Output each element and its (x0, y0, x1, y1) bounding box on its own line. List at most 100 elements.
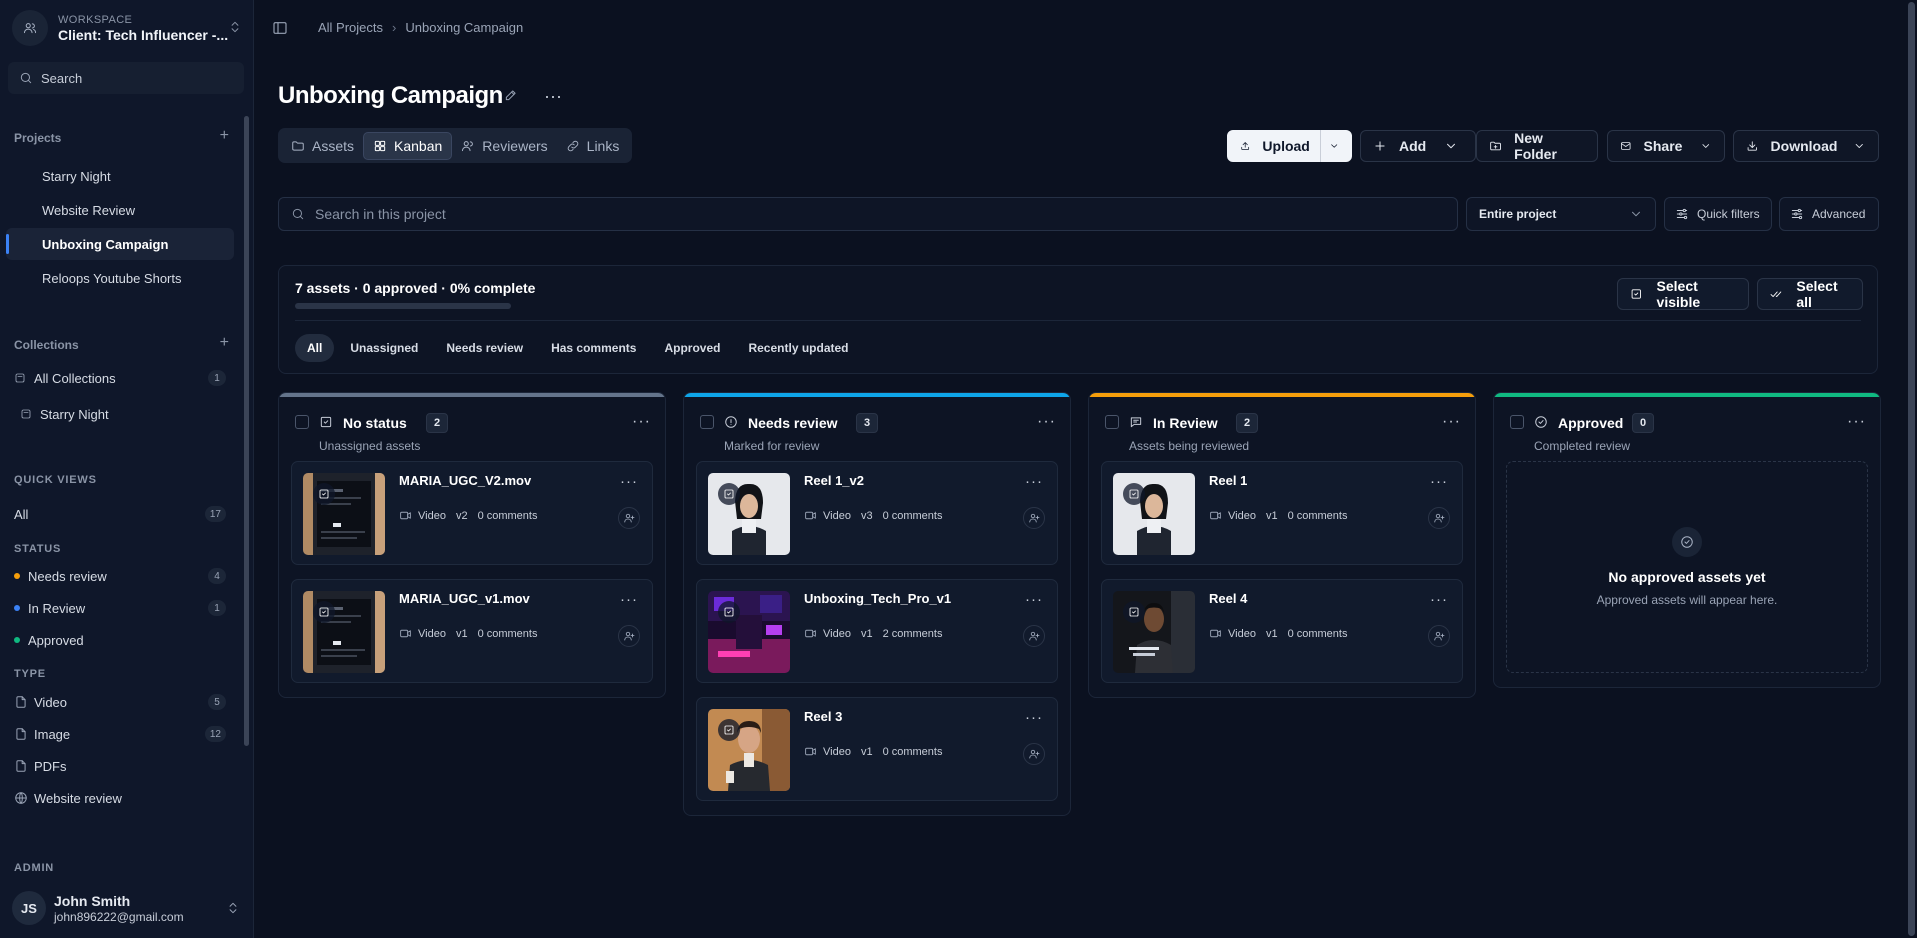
check-square-icon[interactable] (313, 483, 335, 505)
breadcrumb-all-projects[interactable]: All Projects (318, 20, 383, 35)
sidebar-toggle-icon[interactable] (272, 20, 288, 36)
workspace-switcher[interactable]: WORKSPACE Client: Tech Influencer -... (12, 10, 242, 46)
more-horizontal-icon[interactable]: ··· (1025, 709, 1043, 726)
new-folder-button[interactable]: New Folder (1476, 130, 1598, 162)
project-search-input[interactable] (315, 206, 1415, 222)
type-pdfs[interactable]: PDFs (14, 754, 226, 778)
check-square-icon[interactable] (1123, 483, 1145, 505)
select-all-button[interactable]: Select all (1757, 278, 1863, 310)
more-horizontal-icon[interactable]: ··· (1037, 413, 1056, 431)
status-in-review[interactable]: In Review 1 (14, 596, 226, 620)
project-unboxing-campaign[interactable]: Unboxing Campaign (6, 228, 234, 260)
more-horizontal-icon[interactable]: ··· (620, 473, 638, 490)
chevron-down-icon[interactable] (1853, 139, 1866, 153)
user-menu[interactable]: JS John Smith john896222@gmail.com (12, 890, 240, 926)
type-website-review[interactable]: Website review (14, 786, 226, 810)
column-select-checkbox[interactable] (295, 415, 309, 429)
more-horizontal-icon[interactable]: ··· (1025, 473, 1043, 490)
sidebar-search[interactable]: Search (8, 62, 244, 94)
page-scrollbar[interactable] (1906, 0, 1917, 938)
asset-thumbnail[interactable] (708, 473, 790, 555)
asset-card[interactable]: MARIA_UGC_v1.mov Video v1 0 comments ··· (291, 579, 653, 683)
asset-thumbnail[interactable] (1113, 591, 1195, 673)
asset-card[interactable]: Reel 1_v2 Video v3 0 comments ··· (696, 461, 1058, 565)
upload-button[interactable]: Upload (1227, 130, 1352, 162)
check-square-icon[interactable] (718, 601, 740, 623)
asset-card[interactable]: Reel 4 Video v1 0 comments ··· (1101, 579, 1463, 683)
assign-user-icon[interactable] (618, 625, 640, 647)
asset-thumbnail[interactable] (708, 591, 790, 673)
chevron-down-icon[interactable] (1329, 139, 1339, 153)
check-square-icon[interactable] (718, 719, 740, 741)
download-button[interactable]: Download (1733, 130, 1879, 162)
asset-card[interactable]: Reel 1 Video v1 0 comments ··· (1101, 461, 1463, 565)
advanced-filters-button[interactable]: Advanced (1779, 197, 1879, 231)
asset-thumbnail[interactable] (708, 709, 790, 791)
assign-user-icon[interactable] (1428, 507, 1450, 529)
asset-name[interactable]: Reel 1_v2 (804, 473, 864, 488)
filter-chip-needs-review[interactable]: Needs review (434, 334, 535, 362)
assign-user-icon[interactable] (1023, 625, 1045, 647)
tab-kanban[interactable]: Kanban (363, 131, 453, 160)
type-image[interactable]: Image 12 (14, 722, 226, 746)
status-needs-review[interactable]: Needs review 4 (14, 564, 226, 588)
filter-chip-unassigned[interactable]: Unassigned (338, 334, 430, 362)
more-horizontal-icon[interactable]: ··· (632, 413, 651, 431)
column-select-checkbox[interactable] (1510, 415, 1524, 429)
more-horizontal-icon[interactable]: ··· (1430, 591, 1448, 608)
add-project-plus-icon[interactable]: + (220, 127, 229, 145)
more-horizontal-icon[interactable]: ··· (544, 86, 562, 107)
filter-chip-has-comments[interactable]: Has comments (539, 334, 648, 362)
asset-name[interactable]: Reel 1 (1209, 473, 1247, 488)
page-scrollbar-thumb[interactable] (1908, 2, 1915, 936)
assign-user-icon[interactable] (618, 507, 640, 529)
column-select-checkbox[interactable] (700, 415, 714, 429)
column-select-checkbox[interactable] (1105, 415, 1119, 429)
asset-name[interactable]: Reel 3 (804, 709, 842, 724)
asset-thumbnail[interactable] (303, 591, 385, 673)
tab-assets[interactable]: Assets (282, 132, 363, 160)
filter-chip-recently-updated[interactable]: Recently updated (736, 334, 860, 362)
project-reloops-youtube-shorts[interactable]: Reloops Youtube Shorts (6, 262, 234, 294)
quick-filters-button[interactable]: Quick filters (1664, 197, 1772, 231)
pencil-icon[interactable] (504, 88, 518, 102)
assign-user-icon[interactable] (1023, 743, 1045, 765)
asset-name[interactable]: Unboxing_Tech_Pro_v1 (804, 591, 951, 606)
asset-card[interactable]: MARIA_UGC_V2.mov Video v2 0 comments ··· (291, 461, 653, 565)
asset-card[interactable]: Unboxing_Tech_Pro_v1 Video v1 2 comments ··· (696, 579, 1058, 683)
collection-all-collections[interactable]: All Collections 1 (14, 366, 226, 390)
asset-name[interactable]: MARIA_UGC_v1.mov (399, 591, 530, 606)
check-square-icon[interactable] (718, 483, 740, 505)
more-horizontal-icon[interactable]: ··· (1025, 591, 1043, 608)
project-starry-night[interactable]: Starry Night (6, 160, 234, 192)
more-horizontal-icon[interactable]: ··· (620, 591, 638, 608)
more-horizontal-icon[interactable]: ··· (1847, 413, 1866, 431)
check-square-icon[interactable] (313, 601, 335, 623)
project-website-review[interactable]: Website Review (6, 194, 234, 226)
chevron-down-icon[interactable] (1700, 139, 1712, 153)
assign-user-icon[interactable] (1023, 507, 1045, 529)
asset-name[interactable]: Reel 4 (1209, 591, 1247, 606)
asset-card[interactable]: Reel 3 Video v1 0 comments ··· (696, 697, 1058, 801)
quick-view-all[interactable]: All 17 (14, 502, 226, 526)
filter-chip-approved[interactable]: Approved (652, 334, 732, 362)
chevron-down-icon[interactable] (1444, 139, 1458, 153)
tab-reviewers[interactable]: Reviewers (452, 132, 556, 160)
asset-thumbnail[interactable] (1113, 473, 1195, 555)
select-visible-button[interactable]: Select visible (1617, 278, 1749, 310)
asset-name[interactable]: MARIA_UGC_V2.mov (399, 473, 531, 488)
add-button[interactable]: Add (1360, 130, 1476, 162)
share-button[interactable]: Share (1607, 130, 1725, 162)
tab-links[interactable]: Links (557, 132, 629, 160)
collection-starry-night[interactable]: Starry Night (20, 402, 232, 426)
add-collection-plus-icon[interactable]: + (220, 334, 229, 352)
more-horizontal-icon[interactable]: ··· (1430, 473, 1448, 490)
sidebar-scrollbar[interactable] (244, 116, 249, 746)
asset-thumbnail[interactable] (303, 473, 385, 555)
more-horizontal-icon[interactable]: ··· (1442, 413, 1461, 431)
status-approved[interactable]: Approved (14, 628, 226, 652)
search-scope-select[interactable]: Entire project (1466, 197, 1656, 231)
check-square-icon[interactable] (1123, 601, 1145, 623)
assign-user-icon[interactable] (1428, 625, 1450, 647)
filter-chip-all[interactable]: All (295, 334, 335, 362)
